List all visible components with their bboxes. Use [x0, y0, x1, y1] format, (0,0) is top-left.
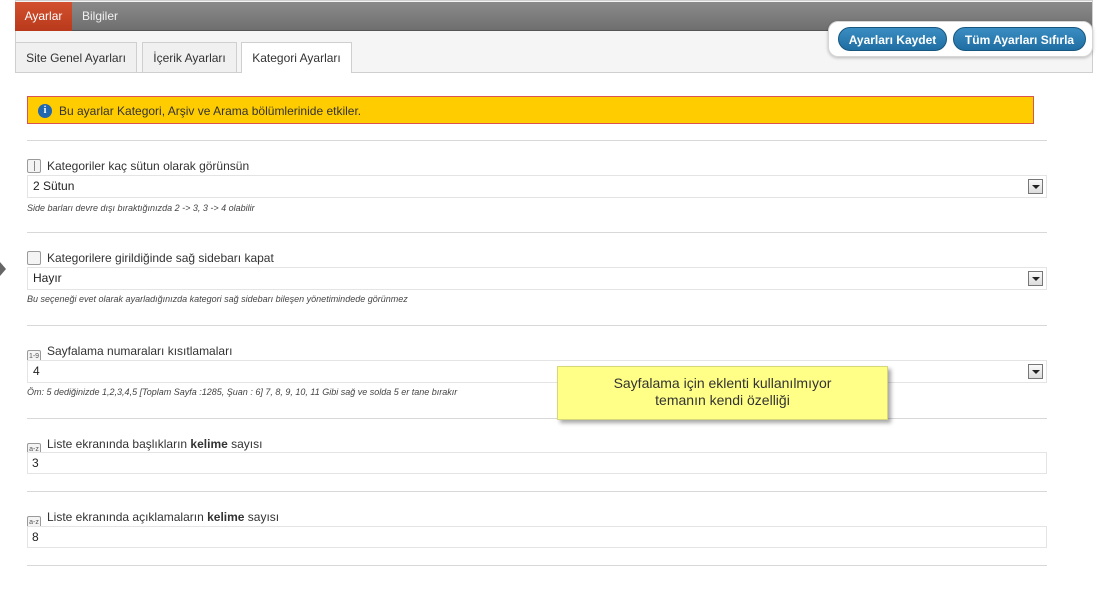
- subtab-icerik[interactable]: İçerik Ayarları: [142, 42, 237, 72]
- pagination-select[interactable]: 4: [27, 360, 1047, 383]
- title-words-label: a-z Liste ekranında başlıkların kelime sa…: [27, 436, 262, 457]
- tab-bilgiler[interactable]: Bilgiler: [72, 2, 128, 31]
- columns-icon: [27, 159, 41, 173]
- checkbox-icon: [27, 251, 41, 265]
- action-buttons: Ayarları Kaydet Tüm Ayarları Sıfırla: [828, 21, 1093, 57]
- columns-label: Kategoriler kaç sütun olarak görünsün: [27, 158, 249, 174]
- info-icon: i: [38, 104, 52, 118]
- chevron-down-icon[interactable]: [1028, 364, 1043, 379]
- columns-select[interactable]: 2 Sütun: [27, 175, 1047, 198]
- columns-hint: Side barları devre dışı bıraktığınızda 2…: [27, 203, 255, 213]
- chevron-down-icon[interactable]: [1028, 179, 1043, 194]
- sidebar-hint: Bu seçeneği evet olarak ayarladığınızda …: [27, 294, 408, 304]
- divider: [27, 140, 1047, 141]
- notice-box: i Bu ayarlar Kategori, Arşiv ve Arama bö…: [27, 96, 1034, 124]
- subtab-site-genel[interactable]: Site Genel Ayarları: [15, 42, 137, 72]
- divider: [27, 232, 1047, 233]
- notice-text: Bu ayarlar Kategori, Arşiv ve Arama bölü…: [59, 104, 362, 118]
- tooltip-line-1: Sayfalama için eklenti kullanılmıyor: [613, 375, 832, 391]
- side-arrow-icon: [0, 262, 6, 276]
- save-settings-button[interactable]: Ayarları Kaydet: [838, 27, 947, 51]
- subtab-kategori[interactable]: Kategori Ayarları: [241, 42, 352, 73]
- desc-words-input[interactable]: 8: [27, 526, 1047, 548]
- reset-settings-button[interactable]: Tüm Ayarları Sıfırla: [953, 27, 1086, 51]
- divider: [27, 565, 1047, 566]
- pagination-hint: Öm: 5 dediğinizde 1,2,3,4,5 [Toplam Sayf…: [27, 387, 458, 397]
- desc-words-label: a-z Liste ekranında açıklamaların kelime …: [27, 509, 279, 530]
- chevron-down-icon[interactable]: [1028, 271, 1043, 286]
- divider: [27, 491, 1047, 492]
- divider: [27, 418, 1047, 419]
- pagination-label: 1-9 Sayfalama numaraları kısıtlamaları: [27, 343, 232, 364]
- sidebar-select[interactable]: Hayır: [27, 267, 1047, 290]
- divider: [27, 325, 1047, 326]
- tooltip-line-2: temanın kendi özelliği: [655, 392, 790, 408]
- annotation-tooltip: Sayfalama için eklenti kullanılmıyor tem…: [557, 366, 888, 420]
- sidebar-label: Kategorilere girildiğinde sağ sidebarı k…: [27, 250, 274, 266]
- tab-ayarlar[interactable]: Ayarlar: [15, 2, 72, 31]
- title-words-input[interactable]: 3: [27, 452, 1047, 474]
